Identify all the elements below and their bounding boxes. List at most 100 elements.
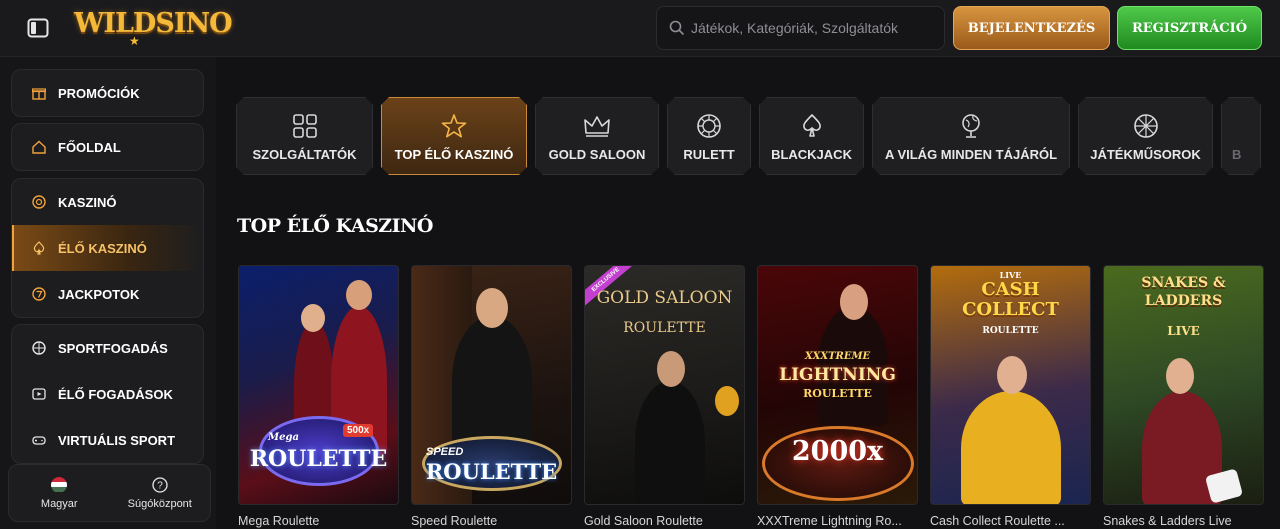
game-card-xxxtreme-lightning-roulette[interactable]: XXXTREME LIGHTNING ROULETTE 2000x XXXTre… bbox=[757, 265, 918, 528]
search-box[interactable] bbox=[656, 6, 945, 50]
game-thumbnail[interactable]: LIVE CASH COLLECT ROULETTE bbox=[930, 265, 1091, 505]
tab-roulette[interactable]: RULETT bbox=[667, 97, 751, 175]
footer-bar: Magyar ? Súgóközpont bbox=[8, 464, 211, 522]
register-button[interactable]: REGISZTRÁCIÓ bbox=[1117, 6, 1262, 50]
nav-group-home: FŐOLDAL bbox=[11, 123, 204, 171]
game-name[interactable]: Cash Collect Roulette ... bbox=[930, 514, 1091, 528]
game-card-cash-collect-roulette[interactable]: LIVE CASH COLLECT ROULETTE Cash Collect … bbox=[930, 265, 1091, 528]
game-card-speed-roulette[interactable]: SPEED ROULETTE Speed Roulette bbox=[411, 265, 572, 528]
logo[interactable]: WILDSINO ★ bbox=[74, 8, 233, 48]
dealer-head bbox=[301, 304, 325, 332]
sidebar-item-label: ÉLŐ KASZINÓ bbox=[58, 240, 147, 256]
multiplier-badge: 2000x bbox=[791, 436, 884, 467]
game-card-mega-roulette[interactable]: 500x Mega ROULETTE Mega Roulette bbox=[238, 265, 399, 528]
dealer-head bbox=[997, 356, 1027, 394]
svg-text:?: ? bbox=[157, 480, 163, 491]
dealer-head bbox=[476, 288, 508, 328]
tab-label: GOLD SALOON bbox=[548, 146, 646, 162]
sidebar-item-jackpots[interactable]: JACKPOTOK bbox=[12, 271, 203, 317]
game-name[interactable]: Mega Roulette bbox=[238, 514, 399, 528]
hungary-flag-icon bbox=[51, 476, 68, 493]
tab-around-the-world[interactable]: A VILÁG MINDEN TÁJÁRÓL bbox=[872, 97, 1070, 175]
tab-top-live-casino[interactable]: TOP ÉLŐ KASZINÓ bbox=[381, 97, 527, 175]
tab-label: TOP ÉLŐ KASZINÓ bbox=[394, 146, 514, 162]
tab-label: JÁTÉKMŰSOROK bbox=[1090, 146, 1201, 162]
game-card-snakes-ladders-live[interactable]: SNAKES & LADDERS LIVE Snakes & Ladders L… bbox=[1103, 265, 1264, 528]
game-art-title: ROULETTE bbox=[249, 446, 388, 472]
sidebar-item-virtual-sport[interactable]: VIRTUÁLIS SPORT bbox=[12, 417, 203, 463]
game-thumbnail[interactable]: SNAKES & LADDERS LIVE bbox=[1103, 265, 1264, 505]
wheel-icon bbox=[1133, 113, 1159, 139]
help-center-link[interactable]: ? Súgóközpont bbox=[110, 465, 211, 521]
game-thumbnail[interactable]: XXXTREME LIGHTNING ROULETTE 2000x bbox=[757, 265, 918, 505]
game-art-title: LIGHTNING bbox=[779, 365, 896, 385]
game-card-gold-saloon-roulette[interactable]: EXCLUSIVE GOLD SALOON ROULETTE Gold Salo… bbox=[584, 265, 745, 528]
tab-game-shows[interactable]: JÁTÉKMŰSOROK bbox=[1078, 97, 1213, 175]
logo-star-icon: ★ bbox=[129, 34, 140, 48]
star-icon bbox=[441, 113, 467, 139]
sidebar-item-home[interactable]: FŐOLDAL bbox=[12, 124, 203, 170]
tab-next-partial[interactable]: B bbox=[1221, 97, 1261, 175]
game-art-subtitle-2: ROULETTE bbox=[803, 387, 872, 400]
spade-icon bbox=[800, 113, 824, 139]
sidebar: PROMÓCIÓK FŐOLDAL KASZINÓ ÉLŐ KASZINÓ JA… bbox=[0, 57, 216, 529]
dealer-head bbox=[657, 351, 685, 387]
dealer-figure bbox=[961, 391, 1061, 504]
game-thumbnail[interactable]: SPEED ROULETTE bbox=[411, 265, 572, 505]
game-art-title: GOLD SALOON bbox=[596, 288, 733, 308]
tab-blackjack[interactable]: BLACKJACK bbox=[759, 97, 864, 175]
login-button[interactable]: BEJELENTKEZÉS bbox=[953, 6, 1110, 50]
tab-providers[interactable]: SZOLGÁLTATÓK bbox=[236, 97, 373, 175]
language-selector[interactable]: Magyar bbox=[9, 465, 110, 521]
sidebar-item-label: ÉLŐ FOGADÁSOK bbox=[58, 386, 173, 402]
gift-icon bbox=[32, 88, 46, 100]
spade-icon bbox=[33, 241, 45, 255]
tab-label: SZOLGÁLTATÓK bbox=[252, 146, 357, 162]
search-input[interactable] bbox=[691, 7, 941, 49]
game-name[interactable]: Speed Roulette bbox=[411, 514, 572, 528]
game-art-subtitle: SPEED bbox=[426, 446, 464, 458]
game-art-subtitle: LIVE bbox=[1167, 324, 1200, 338]
sidebar-toggle-icon[interactable] bbox=[27, 18, 49, 38]
game-art-subtitle: XXXTREME bbox=[804, 351, 871, 362]
game-thumbnail[interactable]: EXCLUSIVE GOLD SALOON ROULETTE bbox=[584, 265, 745, 505]
sidebar-item-label: JACKPOTOK bbox=[58, 286, 140, 302]
sidebar-item-live-casino[interactable]: ÉLŐ KASZINÓ bbox=[12, 225, 203, 271]
home-icon bbox=[32, 140, 46, 154]
dealer-head bbox=[840, 284, 868, 320]
logo-text: WILDSINO bbox=[74, 8, 233, 39]
dealer-head bbox=[1166, 358, 1194, 394]
game-list: 500x Mega ROULETTE Mega Roulette SPEED R… bbox=[238, 265, 1264, 528]
category-tabs: SZOLGÁLTATÓK TOP ÉLŐ KASZINÓ GOLD SALOON… bbox=[236, 97, 1261, 175]
top-header: WILDSINO ★ BEJELENTKEZÉS REGISZTRÁCIÓ bbox=[0, 0, 1280, 57]
nav-group-casino: KASZINÓ ÉLŐ KASZINÓ JACKPOTOK bbox=[11, 178, 204, 318]
sidebar-item-live-bets[interactable]: ÉLŐ FOGADÁSOK bbox=[12, 371, 203, 417]
game-thumbnail[interactable]: 500x Mega ROULETTE bbox=[238, 265, 399, 505]
sidebar-item-label: VIRTUÁLIS SPORT bbox=[58, 432, 176, 448]
game-name[interactable]: XXXTreme Lightning Ro... bbox=[757, 514, 918, 528]
tab-gold-saloon[interactable]: GOLD SALOON bbox=[535, 97, 659, 175]
tab-label: RULETT bbox=[683, 146, 735, 162]
sidebar-item-label: KASZINÓ bbox=[58, 194, 117, 210]
help-icon: ? bbox=[152, 476, 168, 493]
tab-label: A VILÁG MINDEN TÁJÁRÓL bbox=[884, 146, 1058, 162]
section-title: TOP ÉLŐ KASZINÓ bbox=[237, 215, 433, 237]
globe-icon bbox=[959, 112, 983, 140]
dealer-figure bbox=[452, 316, 532, 446]
game-name[interactable]: Gold Saloon Roulette bbox=[584, 514, 745, 528]
dealer-figure bbox=[635, 381, 705, 504]
sidebar-item-sports[interactable]: SPORTFOGADÁS bbox=[12, 325, 203, 371]
nav-group-promo: PROMÓCIÓK bbox=[11, 69, 204, 117]
grid-icon bbox=[292, 113, 318, 139]
game-art-title: CASH COLLECT bbox=[962, 279, 1059, 320]
sidebar-item-label: PROMÓCIÓK bbox=[58, 85, 140, 101]
dealer-head bbox=[346, 280, 372, 310]
game-art-subtitle: Mega bbox=[268, 432, 299, 443]
game-name[interactable]: Snakes & Ladders Live bbox=[1103, 514, 1264, 528]
main-content: SZOLGÁLTATÓK TOP ÉLŐ KASZINÓ GOLD SALOON… bbox=[216, 57, 1280, 529]
tab-label: BLACKJACK bbox=[771, 146, 852, 162]
game-art-subtitle: ROULETTE bbox=[982, 326, 1039, 336]
language-label: Magyar bbox=[40, 497, 78, 510]
sidebar-item-promotions[interactable]: PROMÓCIÓK bbox=[12, 70, 203, 116]
sidebar-item-casino[interactable]: KASZINÓ bbox=[12, 179, 203, 225]
